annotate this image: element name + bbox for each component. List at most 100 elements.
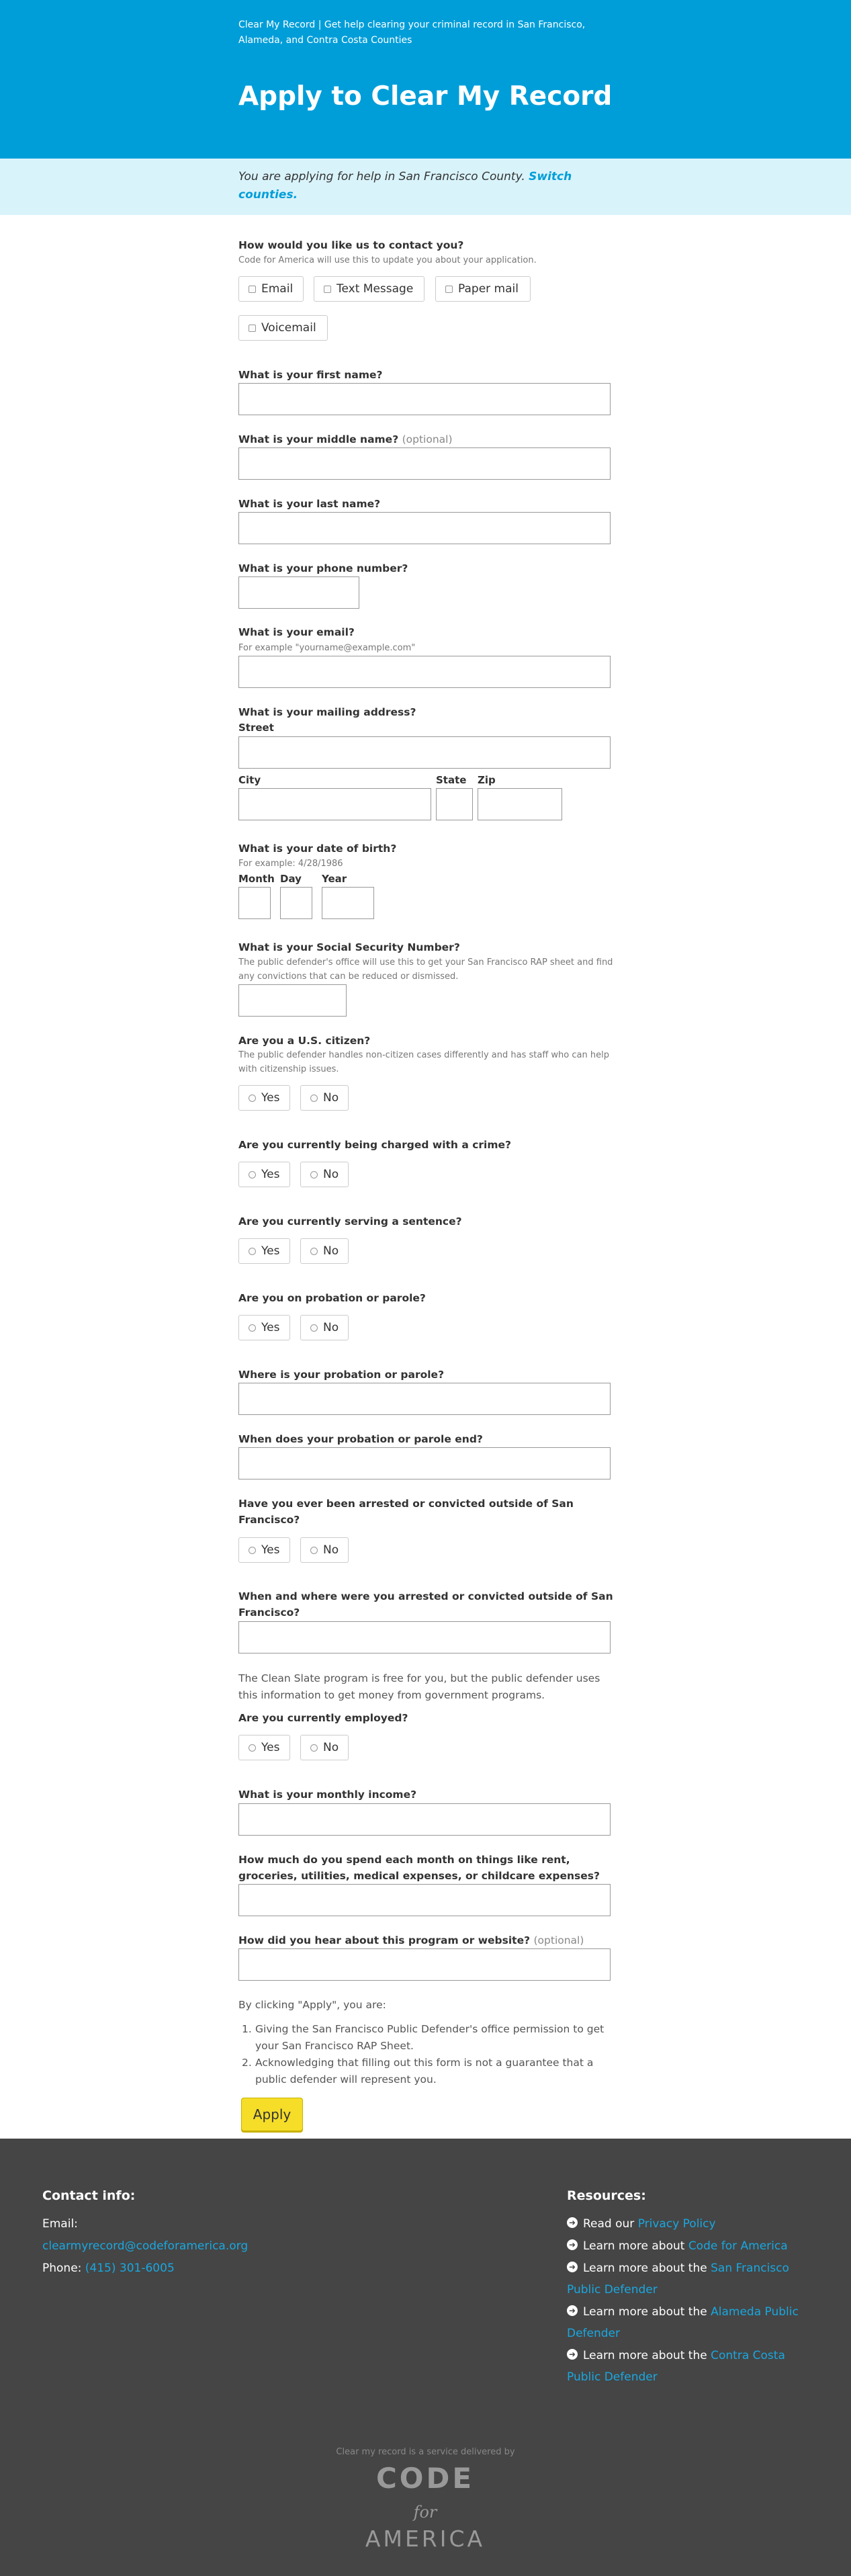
radio-circle[interactable] (310, 1247, 318, 1255)
option-label: No (323, 1543, 339, 1557)
ssn-input[interactable] (238, 984, 347, 1017)
resource-item: ➜ Learn more about Code for America (567, 2235, 815, 2257)
footer-phone-link[interactable]: (415) 301-6005 (85, 2262, 175, 2275)
last-name-input[interactable] (238, 512, 611, 544)
radio-circle[interactable] (310, 1094, 318, 1102)
heard-input[interactable] (238, 1948, 611, 1981)
probation-yes[interactable]: Yes (238, 1315, 290, 1340)
optional-tag: (optional) (533, 1934, 584, 1946)
resource-prefix: Learn more about (583, 2239, 688, 2253)
expenses-label: How much do you spend each month on thin… (238, 1854, 600, 1882)
sentence-yes[interactable]: Yes (238, 1238, 290, 1264)
radio-circle[interactable] (310, 1170, 318, 1178)
resources-heading: Resources: (567, 2188, 646, 2203)
radio-circle[interactable] (249, 1744, 256, 1752)
footer-phone-label: Phone: (42, 2262, 82, 2275)
middle-name-label: What is your middle name? (optional) (238, 431, 615, 447)
last-name-label: What is your last name? (238, 498, 381, 510)
radio-circle[interactable] (310, 1744, 318, 1752)
radio-circle[interactable] (249, 1170, 256, 1178)
apply-button[interactable]: Apply (241, 2098, 303, 2131)
middle-name-question: What is your middle name? (238, 433, 399, 445)
email-input[interactable] (238, 656, 611, 688)
first-name-input[interactable] (238, 383, 611, 415)
contact-option-voicemail[interactable]: Voicemail (238, 315, 328, 341)
day-label: Day (280, 873, 302, 885)
logo-code-line: CODE for (360, 2464, 490, 2527)
contact-option-text-message[interactable]: Text Message (314, 276, 424, 302)
contact-question: How would you like us to contact you? (238, 239, 464, 251)
arrow-circle-icon: ➜ (567, 2305, 578, 2316)
employed-yes[interactable]: Yes (238, 1735, 290, 1760)
logo-for: for (413, 2503, 437, 2522)
footer-email-link[interactable]: clearmyrecord@codeforamerica.org (42, 2235, 248, 2258)
phone-label: What is your phone number? (238, 562, 408, 574)
option-label: Email (261, 282, 294, 296)
contact-option-email[interactable]: Email (238, 276, 304, 302)
radio-circle[interactable] (249, 1247, 256, 1255)
year-input[interactable] (322, 887, 374, 919)
option-label: Paper mail (458, 282, 519, 296)
ssn-label: What is your Social Security Number? (238, 941, 460, 953)
sentence-label: Are you currently serving a sentence? (238, 1215, 462, 1228)
probation-end-label: When does your probation or parole end? (238, 1433, 483, 1445)
probation-no[interactable]: No (300, 1315, 349, 1340)
code-for-america-logo[interactable]: CODE for AMERICA (360, 2464, 490, 2551)
day-input[interactable] (280, 887, 312, 919)
option-label: No (323, 1244, 339, 1258)
citizen-yes[interactable]: Yes (238, 1085, 290, 1111)
street-input[interactable] (238, 736, 611, 769)
state-input[interactable] (436, 788, 473, 820)
outside-when-input[interactable] (238, 1621, 611, 1654)
middle-name-input[interactable] (238, 447, 611, 480)
city-input[interactable] (238, 788, 431, 820)
email-label: What is your email? (238, 626, 355, 638)
resource-item: ➜ Learn more about the Contra Costa Publi… (567, 2345, 815, 2388)
consent-item: 1. Giving the San Francisco Public Defen… (238, 2021, 615, 2055)
resource-prefix: Learn more about the (583, 2305, 711, 2319)
heard-label: How did you hear about this program or w… (238, 1932, 615, 1948)
contact-option-paper-mail[interactable]: Paper mail (435, 276, 531, 302)
zip-input[interactable] (478, 788, 562, 820)
checkbox[interactable] (249, 285, 256, 293)
outside-sf-yes[interactable]: Yes (238, 1537, 290, 1563)
probation-end-input[interactable] (238, 1447, 611, 1479)
option-label: No (323, 1741, 339, 1754)
heard-question: How did you hear about this program or w… (238, 1934, 531, 1946)
month-label: Month (238, 873, 275, 885)
radio-circle[interactable] (249, 1094, 256, 1102)
city-label: City (238, 774, 261, 786)
month-input[interactable] (238, 887, 271, 919)
header-tagline: Clear My Record | Get help clearing your… (238, 19, 586, 46)
radio-circle[interactable] (310, 1546, 318, 1554)
employed-no[interactable]: No (300, 1735, 349, 1760)
citizen-no[interactable]: No (300, 1085, 349, 1111)
checkbox[interactable] (324, 285, 331, 293)
expenses-input[interactable] (238, 1884, 611, 1916)
radio-circle[interactable] (310, 1324, 318, 1332)
charged-no[interactable]: No (300, 1162, 349, 1187)
citizen-hint: The public defender handles non-citizen … (238, 1050, 609, 1074)
probation-where-input[interactable] (238, 1383, 611, 1415)
arrow-circle-icon: ➜ (567, 2239, 578, 2250)
option-label: No (323, 1168, 339, 1181)
privacy-policy-link[interactable]: Privacy Policy (638, 2217, 716, 2231)
dob-hint: For example: 4/28/1986 (238, 859, 343, 869)
consent-item-number: 1. (242, 2023, 252, 2035)
phone-input[interactable] (238, 576, 359, 609)
radio-circle[interactable] (249, 1324, 256, 1332)
checkbox[interactable] (445, 285, 453, 293)
probation-label: Are you on probation or parole? (238, 1292, 426, 1304)
radio-circle[interactable] (249, 1546, 256, 1554)
resource-item: ➜ Learn more about the San Francisco Publ… (567, 2258, 815, 2301)
sentence-no[interactable]: No (300, 1238, 349, 1264)
year-label: Year (322, 873, 347, 885)
outside-when-label: When and where were you arrested or conv… (238, 1590, 613, 1619)
code-for-america-link[interactable]: Code for America (688, 2239, 788, 2253)
charged-yes[interactable]: Yes (238, 1162, 290, 1187)
street-label: Street (238, 722, 274, 734)
outside-sf-no[interactable]: No (300, 1537, 349, 1563)
income-input[interactable] (238, 1803, 611, 1836)
clean-slate-note: The Clean Slate program is free for you,… (238, 1672, 600, 1701)
checkbox[interactable] (249, 324, 256, 332)
